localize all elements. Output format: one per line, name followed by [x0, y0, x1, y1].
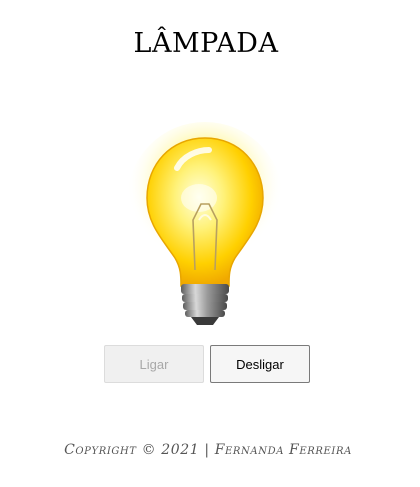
lightbulb-image — [125, 120, 285, 330]
lamp-page: LÂMPADA Ligar Desligar Copyright © 2021 … — [0, 0, 420, 487]
turn-off-button[interactable]: Desligar — [210, 345, 310, 383]
page-title: LÂMPADA — [133, 28, 279, 59]
copyright-footer: Copyright © 2021 | Fernanda Ferreira — [64, 442, 352, 458]
turn-on-button[interactable]: Ligar — [104, 345, 204, 383]
lightbulb-on-icon — [127, 122, 283, 325]
